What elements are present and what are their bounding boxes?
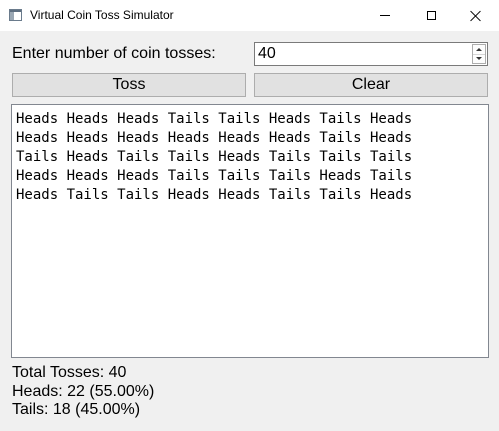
- result-line: Heads Heads Heads Tails Tails Tails Head…: [16, 168, 413, 184]
- app-window: Virtual Coin Toss Simulator Enter number…: [0, 0, 499, 431]
- toss-button[interactable]: Toss: [12, 73, 246, 97]
- chevron-down-icon: [476, 57, 482, 60]
- result-line: Tails Heads Tails Tails Heads Tails Tail…: [16, 149, 413, 165]
- result-line: Heads Heads Heads Tails Tails Heads Tail…: [16, 111, 413, 127]
- maximize-button[interactable]: [408, 0, 454, 31]
- stats-panel: Total Tosses: 40 Heads: 22 (55.00%) Tail…: [12, 364, 154, 420]
- minimize-icon: [380, 15, 390, 16]
- spin-buttons: [472, 44, 486, 64]
- clear-button[interactable]: Clear: [254, 73, 488, 97]
- tails-stat: Tails: 18 (45.00%): [12, 401, 141, 418]
- close-button[interactable]: [453, 0, 499, 31]
- toss-count-label: Enter number of coin tosses:: [12, 45, 216, 62]
- result-line: Heads Heads Heads Heads Heads Heads Tail…: [16, 130, 413, 146]
- results-textarea[interactable]: Heads Heads Heads Tails Tails Heads Tail…: [11, 104, 489, 358]
- close-icon: [470, 10, 482, 22]
- minimize-button[interactable]: [362, 0, 408, 31]
- toss-count-spinbox[interactable]: [254, 42, 488, 66]
- result-line: Heads Tails Tails Heads Heads Tails Tail…: [16, 187, 413, 203]
- chevron-up-icon: [476, 48, 482, 51]
- window-title: Virtual Coin Toss Simulator: [30, 8, 174, 22]
- total-tosses-stat: Total Tosses: 40: [12, 364, 127, 381]
- spin-down-button[interactable]: [473, 54, 485, 63]
- toss-count-input[interactable]: [258, 45, 458, 63]
- maximize-icon: [426, 11, 436, 20]
- title-bar[interactable]: Virtual Coin Toss Simulator: [0, 0, 499, 31]
- heads-stat: Heads: 22 (55.00%): [12, 382, 155, 400]
- app-window-icon: [9, 9, 22, 21]
